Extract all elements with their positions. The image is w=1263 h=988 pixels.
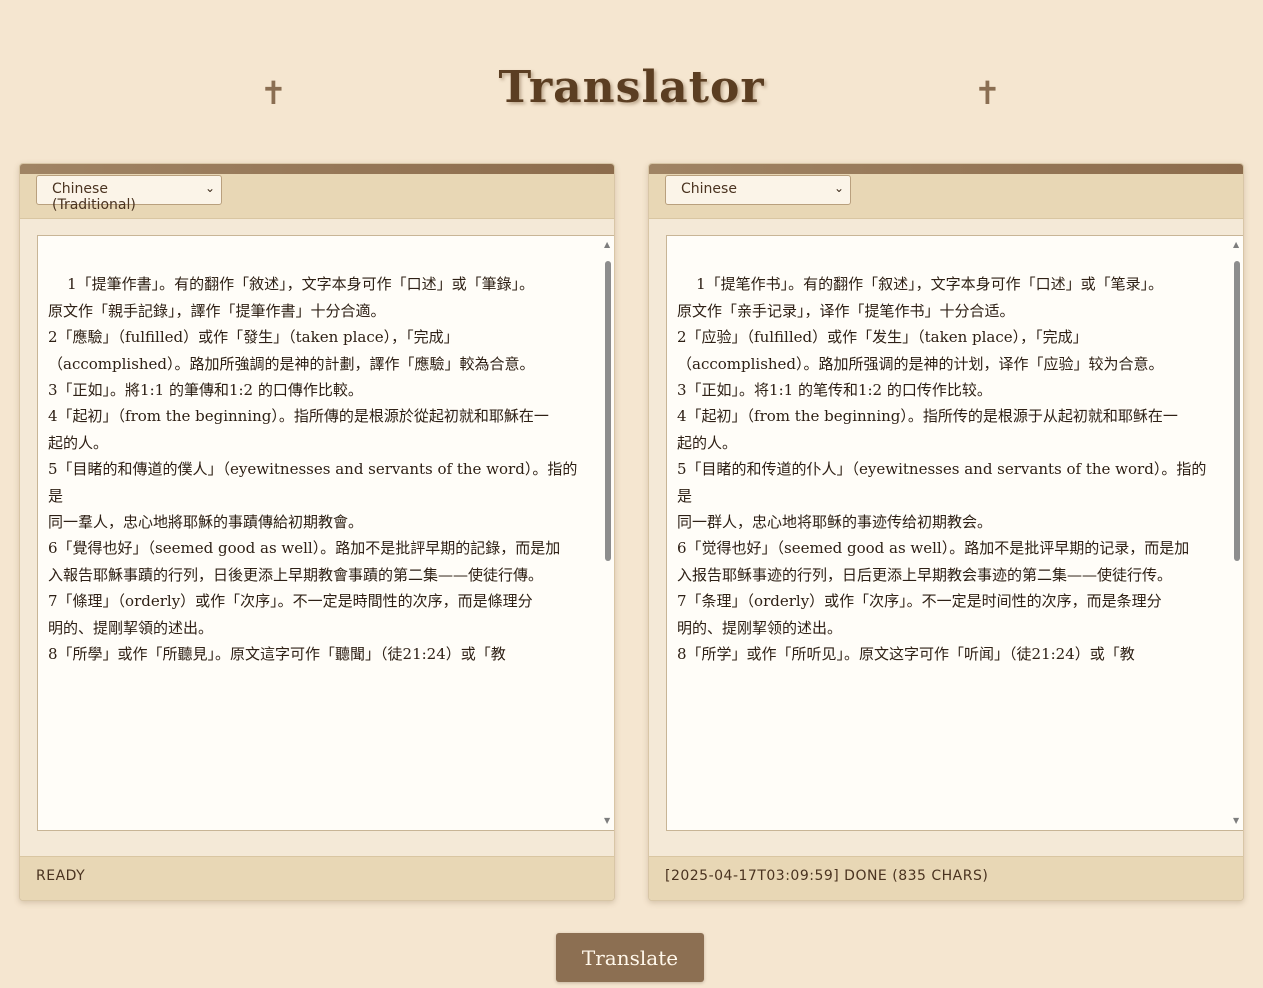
source-language-value: Chinese (Traditional) xyxy=(52,181,136,213)
target-panel-footer: [2025-04-17T03:09:59] DONE (835 CHARS) xyxy=(649,856,1243,900)
scroll-down-arrow-icon[interactable]: ▼ xyxy=(604,817,610,825)
page-title: Translator xyxy=(498,62,765,113)
panel-top-accent xyxy=(20,164,614,174)
target-language-value: Chinese xyxy=(681,181,737,197)
source-panel-header: Chinese (Traditional) ⌄ xyxy=(20,174,614,219)
scroll-thumb[interactable] xyxy=(1234,261,1240,561)
source-language-select[interactable]: Chinese (Traditional) ⌄ xyxy=(36,175,222,213)
translate-button[interactable]: Translate xyxy=(556,933,704,982)
scroll-up-arrow-icon[interactable]: ▲ xyxy=(1233,241,1239,249)
source-panel: Chinese (Traditional) ⌄ 1「提筆作書」。有的翻作「敘述」… xyxy=(19,163,615,901)
header: ✝ Translator ✝ xyxy=(0,0,1263,160)
source-textarea[interactable]: 1「提筆作書」。有的翻作「敘述」，文字本身可作「口述」或「筆錄」。 原文作「親手… xyxy=(37,235,614,831)
chevron-down-icon: ⌄ xyxy=(204,181,215,195)
scroll-thumb[interactable] xyxy=(605,261,611,561)
source-scrollbar[interactable]: ▲ ▼ xyxy=(603,237,613,830)
target-status: [2025-04-17T03:09:59] DONE (835 CHARS) xyxy=(665,868,989,884)
target-language-select[interactable]: Chinese ⌄ xyxy=(665,175,851,205)
target-textarea[interactable]: 1「提笔作书」。有的翻作「叙述」，文字本身可作「口述」或「笔录」。 原文作「亲手… xyxy=(666,235,1243,831)
source-panel-footer: READY xyxy=(20,856,614,900)
chevron-down-icon: ⌄ xyxy=(833,181,844,195)
target-scrollbar[interactable]: ▲ ▼ xyxy=(1232,237,1242,830)
source-text: 1「提筆作書」。有的翻作「敘述」，文字本身可作「口述」或「筆錄」。 原文作「親手… xyxy=(48,275,578,664)
cross-icon-right: ✝ xyxy=(974,74,1001,112)
target-panel: Chinese ⌄ 1「提笔作书」。有的翻作「叙述」，文字本身可作「口述」或「笔… xyxy=(648,163,1244,901)
target-panel-header: Chinese ⌄ xyxy=(649,174,1243,219)
panel-top-accent xyxy=(649,164,1243,174)
target-text: 1「提笔作书」。有的翻作「叙述」，文字本身可作「口述」或「笔录」。 原文作「亲手… xyxy=(677,275,1207,664)
scroll-up-arrow-icon[interactable]: ▲ xyxy=(604,241,610,249)
source-status: READY xyxy=(36,868,86,884)
scroll-down-arrow-icon[interactable]: ▼ xyxy=(1233,817,1239,825)
